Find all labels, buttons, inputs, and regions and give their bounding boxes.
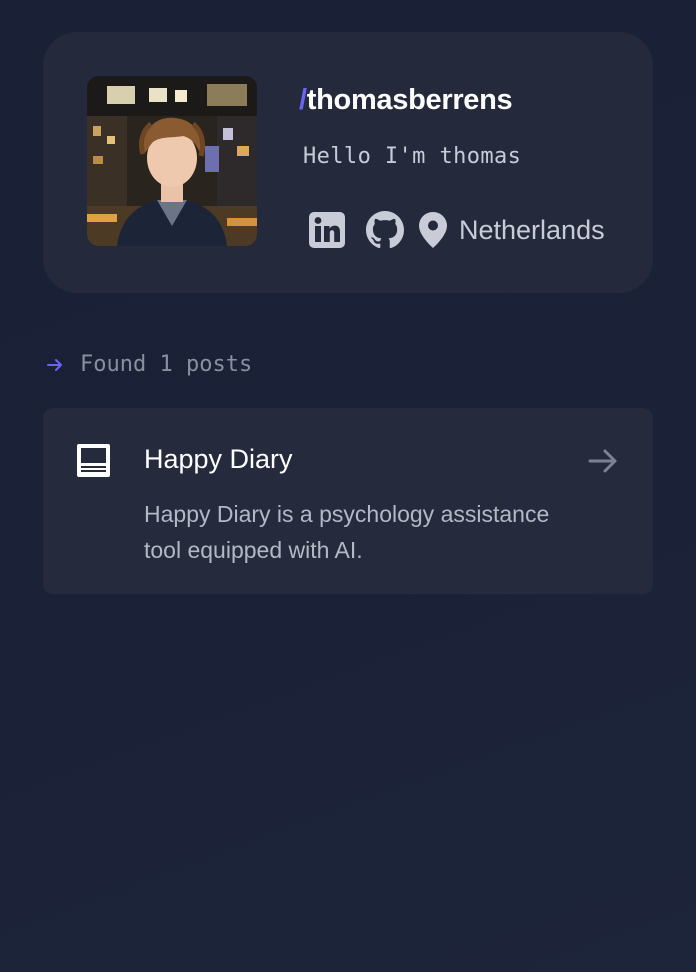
profile-handle: /thomasberrens: [299, 84, 513, 117]
arrow-right-icon[interactable]: [587, 445, 619, 477]
post-card[interactable]: Happy Diary Happy Diary is a psychology …: [43, 408, 653, 594]
profile-card: /thomasberrens Hello I'm thomas Netherla…: [43, 32, 653, 293]
post-description: Happy Diary is a psychology assistance t…: [144, 501, 550, 563]
results-count: Found 1 posts: [46, 352, 252, 377]
arrow-right-icon: [46, 356, 64, 374]
handle-text: thomasberrens: [306, 84, 513, 116]
post-title[interactable]: Happy Diary: [144, 444, 293, 475]
avatar: [87, 76, 257, 246]
social-links: Netherlands: [309, 210, 605, 250]
handle-slash: /: [299, 84, 307, 116]
location-text: Netherlands: [459, 214, 605, 245]
document-icon: [77, 444, 110, 477]
results-count-text: Found 1 posts: [80, 352, 253, 377]
linkedin-icon[interactable]: [309, 212, 345, 248]
location-pin-icon: [419, 212, 447, 248]
profile-bio: Hello I'm thomas: [303, 144, 522, 169]
github-icon[interactable]: [366, 211, 404, 249]
